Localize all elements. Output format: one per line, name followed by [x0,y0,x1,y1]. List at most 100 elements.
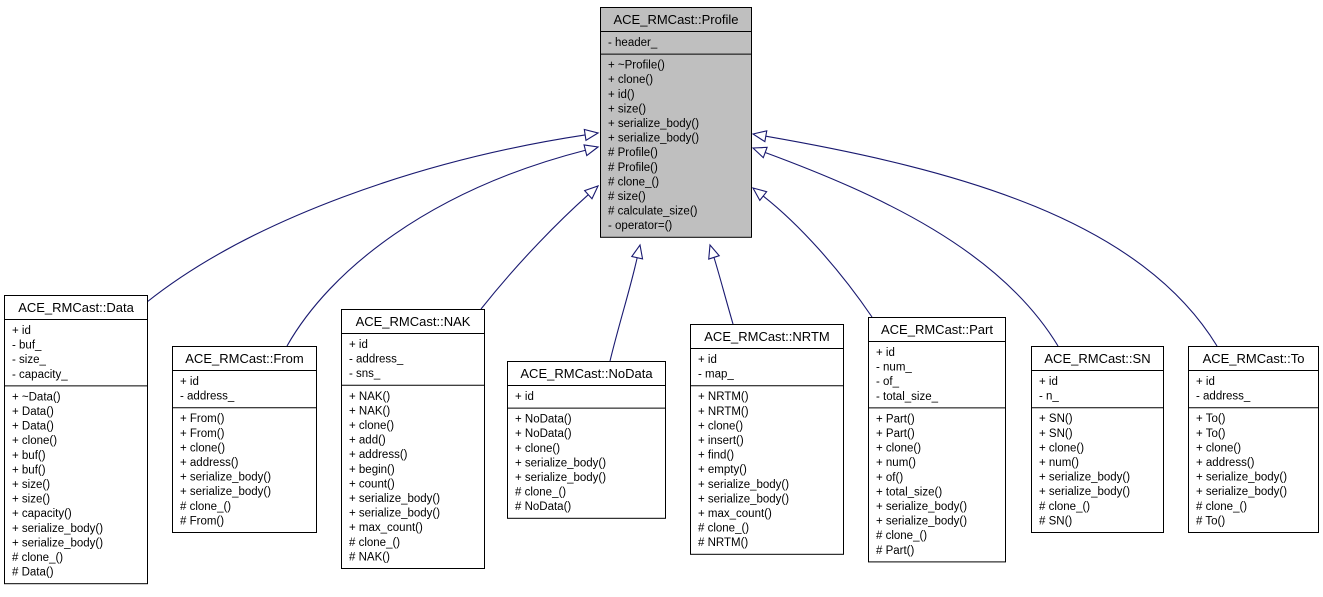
inheritance-edge-nodata [609,243,644,362]
class-method: + Data() [12,421,54,433]
class-method: # NRTM() [698,537,748,549]
class-method: # NAK() [349,551,390,563]
edge-line [609,257,638,362]
class-method: # size() [608,191,646,203]
hollow-arrowhead-icon [630,243,644,260]
class-method: + serialize_body() [180,472,271,484]
class-method: # To() [1196,515,1225,527]
class-attribute: - header_ [608,37,658,49]
inheritance-edge-data [146,128,600,303]
class-method: + address() [1196,457,1255,469]
class-attribute: - of_ [876,376,900,388]
base-class-profile[interactable]: ACE_RMCast::Profile- header_+ ~Profile()… [600,7,752,238]
class-name[interactable]: ACE_RMCast::To [1203,351,1305,366]
class-method: + clone() [698,420,743,432]
class-method: + clone() [12,435,57,447]
class-method: + id() [608,89,635,101]
class-name[interactable]: ACE_RMCast::Profile [614,12,739,27]
class-method: # clone_() [1039,501,1090,513]
class-method: + begin() [349,464,395,476]
edge-line [480,194,589,310]
class-method: + size() [608,103,646,115]
inheritance-edge-to [751,130,1218,347]
class-method: + clone() [876,443,921,455]
class-method: + buf() [12,464,46,476]
class-method: # clone_() [876,530,927,542]
class-node-sn[interactable]: ACE_RMCast::SN+ id- n_+ SN()+ SN()+ clon… [1031,346,1164,533]
class-name[interactable]: ACE_RMCast::From [185,351,303,366]
class-method: # clone_() [180,501,231,513]
class-method: + serialize_body() [12,523,103,535]
class-node-to[interactable]: ACE_RMCast::To+ id- address_+ To()+ To()… [1188,346,1319,533]
class-name[interactable]: ACE_RMCast::NoData [520,366,653,381]
class-node-from[interactable]: ACE_RMCast::From+ id- address_+ From()+ … [172,346,317,533]
class-method: + serialize_body() [349,493,440,505]
class-node-nrtm[interactable]: ACE_RMCast::NRTM+ id- map_+ NRTM()+ NRTM… [690,324,844,555]
class-method: + serialize_body() [1196,472,1287,484]
class-method: # clone_() [12,552,63,564]
class-method: + address() [180,457,239,469]
class-method: # SN() [1039,515,1072,527]
class-attribute: - address_ [349,354,404,366]
class-method: + serialize_body() [698,479,789,491]
class-name[interactable]: ACE_RMCast::NAK [356,314,471,329]
inheritance-edge-part [751,187,873,318]
class-node-nodata[interactable]: ACE_RMCast::NoData+ id+ NoData()+ NoData… [507,361,666,519]
class-name[interactable]: ACE_RMCast::SN [1044,351,1150,366]
class-method: + Part() [876,413,915,425]
class-node-nak[interactable]: ACE_RMCast::NAK+ id- address_- sns_+ NAK… [341,309,485,569]
class-method: + From() [180,428,225,440]
class-method: # Part() [876,545,915,557]
class-method: + serialize_body() [876,501,967,513]
class-attribute: + id [698,354,717,366]
class-attribute: + id [12,325,31,337]
class-method: # NoData() [515,501,571,513]
class-method: + NRTM() [698,406,749,418]
class-method: + SN() [1039,413,1073,425]
class-attribute: - capacity_ [12,369,68,381]
class-method: + SN() [1039,428,1073,440]
hollow-arrowhead-icon [583,128,600,142]
class-attribute: + id [515,391,534,403]
class-method: # From() [180,515,224,527]
class-attribute: + id [180,376,199,388]
hollow-arrowhead-icon [708,243,721,260]
class-diagram: ACE_RMCast::Profile- header_+ ~Profile()… [4,7,1319,585]
class-method: + serialize_body() [180,486,271,498]
class-method: + serialize_body() [1039,486,1130,498]
class-name[interactable]: ACE_RMCast::NRTM [704,329,829,344]
inheritance-edge-nak [480,185,600,310]
class-method: # clone_() [608,176,659,188]
class-name[interactable]: ACE_RMCast::Part [881,322,993,337]
class-method: + size() [12,494,50,506]
class-method: + NoData() [515,428,572,440]
class-attribute: - address_ [1196,391,1251,403]
class-method: + serialize_body() [1039,472,1130,484]
class-attribute: + id [349,339,368,351]
class-method: + Data() [12,406,54,418]
class-method: + empty() [698,464,747,476]
hollow-arrowhead-icon [751,187,768,202]
class-attribute: - size_ [12,354,46,366]
class-method: + size() [12,479,50,491]
class-method: + num() [876,457,916,469]
class-attribute: - map_ [698,369,734,381]
class-node-data[interactable]: ACE_RMCast::Data+ id- buf_- size_- capac… [4,295,148,585]
class-method: + To() [1196,413,1226,425]
class-method: + total_size() [876,486,942,498]
class-attribute: + id [1039,376,1058,388]
class-method: # clone_() [698,523,749,535]
class-method: + serialize_body() [1196,486,1287,498]
class-attribute: - num_ [876,362,912,374]
edge-line [762,195,873,318]
class-name[interactable]: ACE_RMCast::Data [18,300,134,315]
class-node-part[interactable]: ACE_RMCast::Part+ id- num_- of_- total_s… [868,317,1006,563]
class-method: - operator=() [608,220,672,232]
class-method: + serialize_body() [12,537,103,549]
class-method: + count() [349,478,395,490]
class-method: + clone() [349,420,394,432]
class-attribute: - sns_ [349,368,381,380]
class-method: + buf() [12,450,46,462]
inheritance-edge-nrtm [708,243,734,325]
class-method: + serialize_body() [698,493,789,505]
